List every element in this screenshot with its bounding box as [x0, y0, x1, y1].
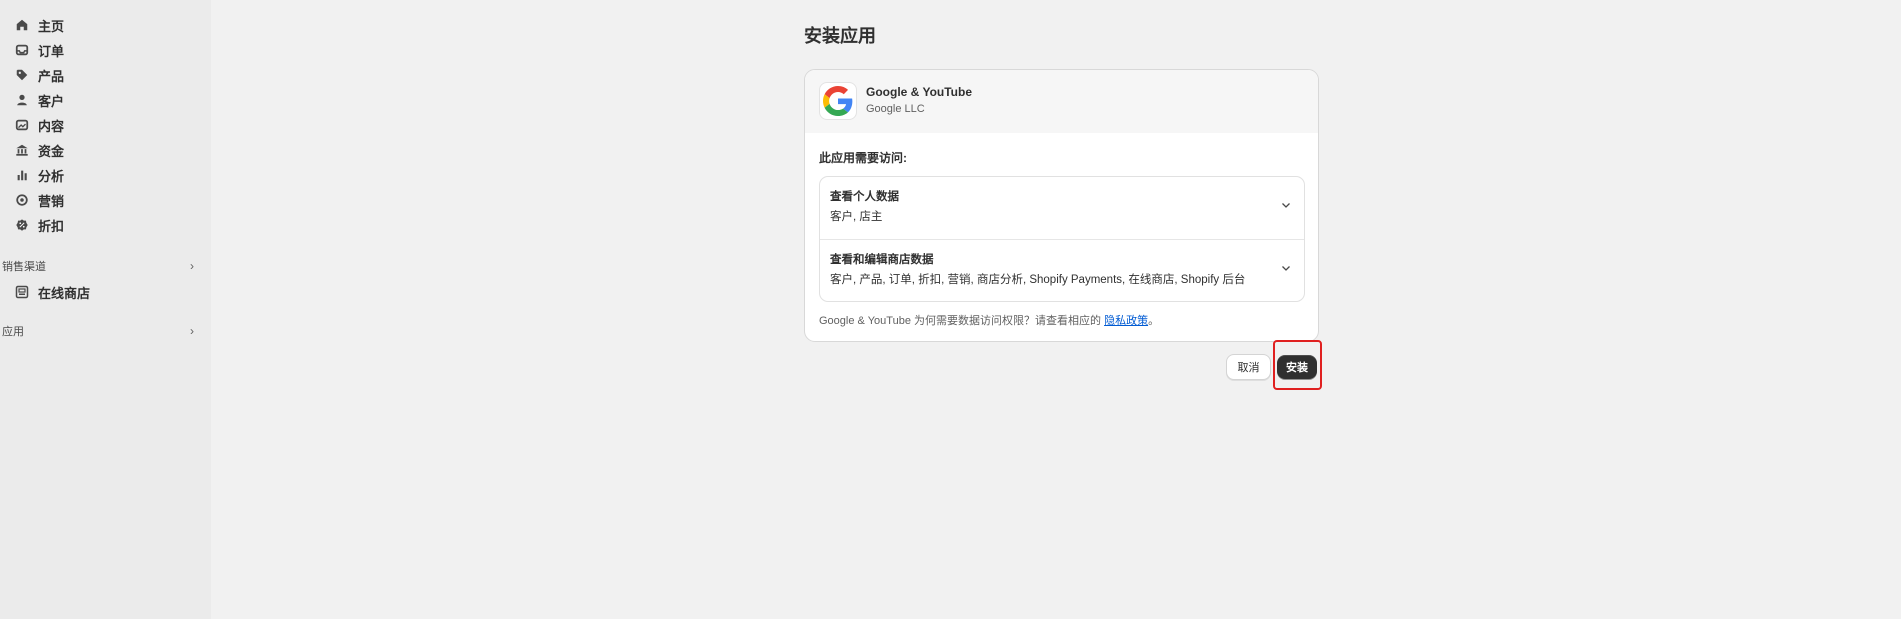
permission-title: 查看和编辑商店数据 — [830, 254, 934, 266]
chevron-right-icon: › — [190, 324, 194, 338]
permission-title: 查看个人数据 — [830, 191, 899, 203]
nav-label: 在线商店 — [38, 285, 91, 301]
note-text: Google & YouTube 为何需要数据访问权限？请查看相应的 — [819, 315, 1102, 327]
cancel-button[interactable]: 取消 — [1226, 354, 1271, 380]
nav-online-store[interactable]: 在线商店 — [14, 281, 90, 303]
nav-customers[interactable]: 客户 — [14, 89, 64, 111]
page-title: 安装应用 — [804, 26, 876, 46]
chevron-down-icon — [1282, 203, 1290, 208]
access-title: 此应用需要访问: — [819, 151, 907, 165]
nav-label: 产品 — [38, 68, 65, 84]
nav-orders[interactable]: 订单 — [14, 39, 64, 61]
nav-label: 内容 — [38, 118, 65, 134]
store-icon — [14, 284, 30, 300]
nav-label: 折扣 — [38, 218, 65, 234]
tag-icon — [14, 67, 30, 83]
nav-analytics[interactable]: 分析 — [14, 164, 64, 186]
home-icon — [14, 17, 30, 33]
nav-marketing[interactable]: 营销 — [14, 189, 64, 211]
nav-label: 客户 — [38, 93, 65, 109]
install-button[interactable]: 安装 — [1277, 355, 1317, 379]
section-label: 应用 — [2, 326, 24, 338]
permissions-list: 查看个人数据 客户, 店主 查看和编辑商店数据 客户, 产品, 订单, 折扣, … — [819, 176, 1305, 302]
nav-label: 资金 — [38, 143, 65, 159]
sales-channels-header[interactable]: 销售渠道 › — [2, 256, 194, 276]
permission-desc: 客户, 店主 — [830, 211, 883, 223]
nav-discounts[interactable]: 折扣 — [14, 214, 64, 236]
nav-home[interactable]: 主页 — [14, 14, 64, 36]
nav-label: 营销 — [38, 193, 65, 209]
nav-finance[interactable]: 资金 — [14, 139, 64, 161]
person-icon — [14, 92, 30, 108]
apps-header[interactable]: 应用 › — [2, 321, 194, 341]
nav-content[interactable]: 内容 — [14, 114, 64, 136]
section-label: 销售渠道 — [2, 261, 46, 273]
nav-label: 主页 — [38, 18, 65, 34]
google-logo-icon — [819, 82, 857, 120]
app-developer: Google LLC — [866, 103, 925, 115]
bank-icon — [14, 142, 30, 158]
app-name: Google & YouTube — [866, 85, 972, 99]
permission-row-personal-data[interactable]: 查看个人数据 客户, 店主 — [820, 177, 1304, 239]
nav-label: 订单 — [38, 43, 65, 59]
nav-products[interactable]: 产品 — [14, 64, 64, 86]
note-end: 。 — [1148, 315, 1160, 327]
install-card: Google & YouTube Google LLC 此应用需要访问: 查看个… — [804, 69, 1319, 342]
app-header: Google & YouTube Google LLC — [805, 70, 1318, 133]
chevron-right-icon: › — [190, 259, 194, 273]
target-icon — [14, 192, 30, 208]
inbox-icon — [14, 42, 30, 58]
sidebar: 主页 订单 产品 客户 内容 资金 分析 营销 折扣 销售渠道 › 在线商店 应 — [0, 0, 211, 619]
permission-row-store-data[interactable]: 查看和编辑商店数据 客户, 产品, 订单, 折扣, 营销, 商店分析, Shop… — [820, 239, 1304, 302]
chevron-down-icon — [1282, 266, 1290, 271]
bar-chart-icon — [14, 167, 30, 183]
discount-icon — [14, 217, 30, 233]
privacy-policy-link[interactable]: 隐私政策 — [1104, 315, 1148, 327]
permission-desc: 客户, 产品, 订单, 折扣, 营销, 商店分析, Shopify Paymen… — [830, 274, 1246, 286]
privacy-note: Google & YouTube 为何需要数据访问权限？请查看相应的 隐私政策。 — [819, 312, 1159, 328]
image-icon — [14, 117, 30, 133]
nav-label: 分析 — [38, 168, 65, 184]
